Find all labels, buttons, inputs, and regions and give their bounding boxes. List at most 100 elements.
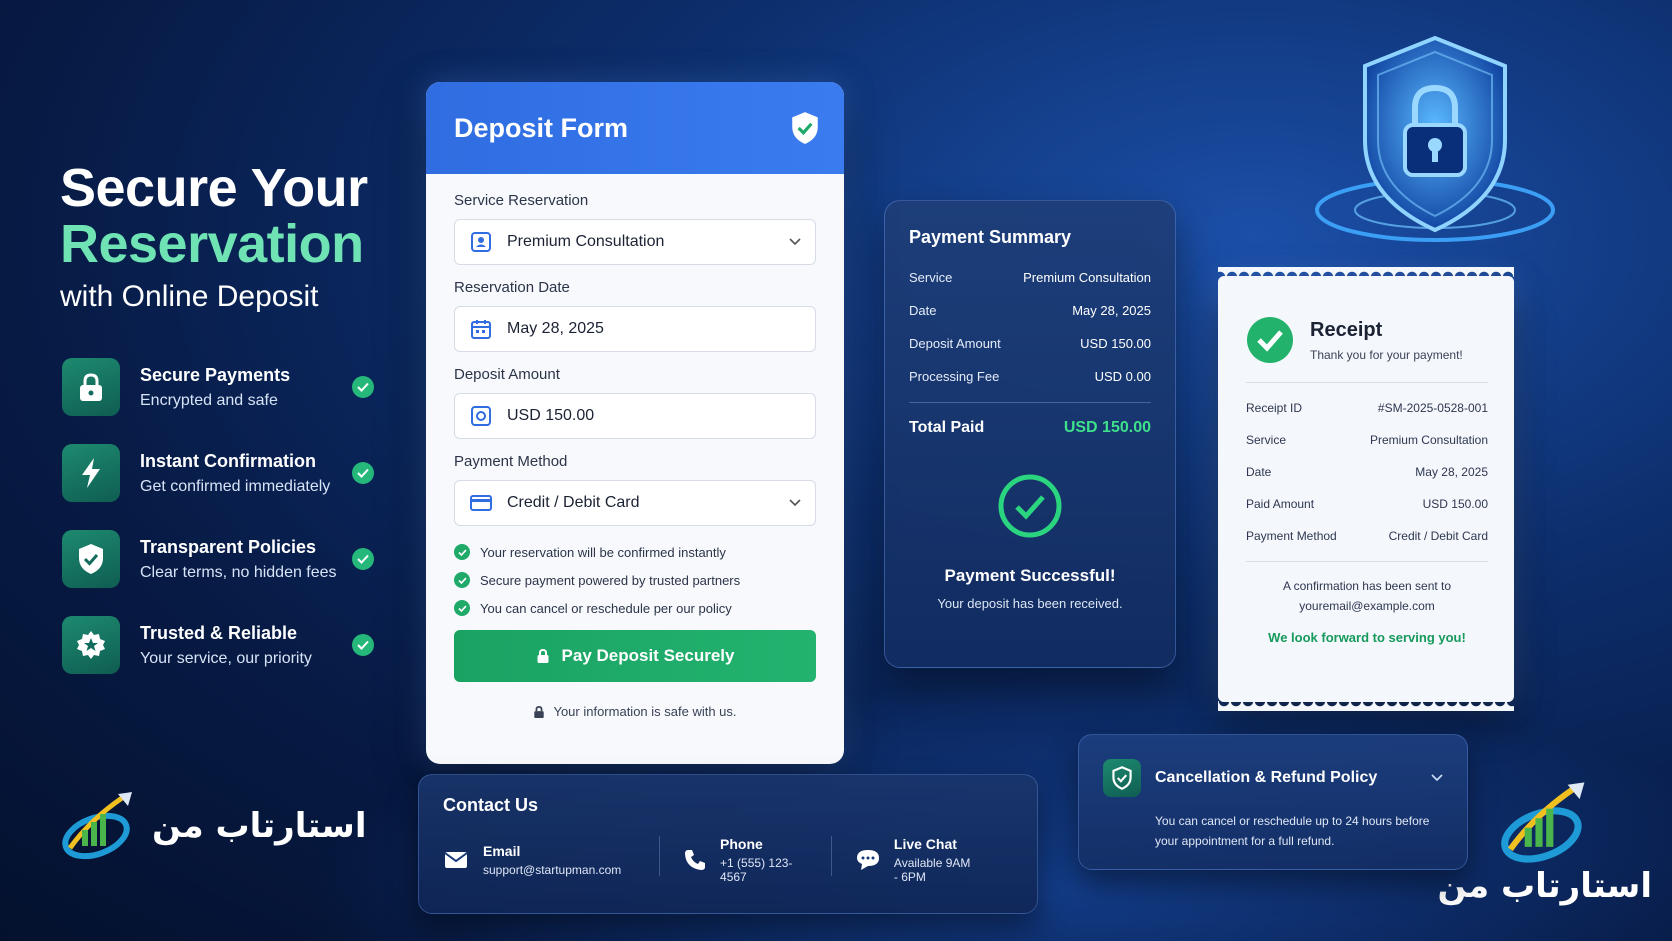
- receipt-title: Receipt: [1310, 318, 1383, 341]
- policy-text: You can cancel or reschedule up to 24 ho…: [1155, 811, 1443, 851]
- contact-email[interactable]: Email support@startupman.com: [443, 836, 621, 884]
- chevron-down-icon[interactable]: [1431, 774, 1443, 782]
- receipt-label: Service: [1246, 433, 1287, 447]
- receipt-details: Receipt ID #SM-2025-0528-001 Service Premi…: [1246, 401, 1488, 543]
- feature-desc: Encrypted and safe: [140, 391, 278, 409]
- brand-name: استارتاب من: [152, 806, 367, 846]
- receipt-row: Date May 28, 2025: [1246, 465, 1488, 479]
- check-icon: [352, 548, 374, 570]
- chat-icon: [856, 847, 880, 873]
- assurance-text: Secure payment powered by trusted partne…: [480, 572, 741, 588]
- feature-transparent-policies: Transparent Policies Clear terms, no hid…: [62, 528, 374, 590]
- summary-value: USD 150.00: [1080, 336, 1151, 351]
- payment-method-select[interactable]: Credit / Debit Card: [454, 480, 816, 526]
- date-input[interactable]: May 28, 2025: [454, 306, 816, 352]
- hero: Secure Your Reservation with Online Depo…: [60, 160, 390, 314]
- feature-trusted-reliable: Trusted & Reliable Your service, our pri…: [62, 614, 374, 676]
- summary-label: Service: [909, 270, 953, 285]
- refund-policy-panel[interactable]: Cancellation & Refund Policy You can can…: [1078, 734, 1468, 870]
- receipt-row: Service Premium Consultation: [1246, 433, 1488, 447]
- star-badge-icon: [62, 616, 120, 674]
- service-value: Premium Consultation: [507, 233, 665, 250]
- method-value: Credit / Debit Card: [507, 494, 640, 511]
- feature-title: Instant Confirmation: [140, 450, 316, 471]
- chevron-down-icon: [789, 494, 801, 512]
- receipt-label: Payment Method: [1246, 529, 1337, 543]
- receipt-label: Receipt ID: [1246, 401, 1303, 415]
- summary-label: Processing Fee: [909, 369, 1000, 384]
- credit-card-icon: [469, 491, 493, 515]
- service-select[interactable]: Premium Consultation: [454, 219, 816, 265]
- receipt-thanks: We look forward to serving you!: [1268, 630, 1466, 645]
- summary-value: USD 0.00: [1094, 369, 1151, 384]
- receipt-email: youremail@example.com: [1299, 599, 1435, 613]
- contact-title: Contact Us: [443, 795, 539, 815]
- payment-summary: Payment Summary Service Premium Consultat…: [884, 200, 1176, 668]
- summary-row: Processing Fee USD 0.00: [909, 369, 1151, 384]
- safe-note-text: Your information is safe with us.: [553, 704, 737, 719]
- contact-label: Live Chat: [893, 836, 957, 852]
- feature-desc: Your service, our priority: [140, 649, 312, 667]
- receipt-subtitle: Thank you for your payment!: [1310, 347, 1463, 362]
- total-label: Total Paid: [909, 419, 985, 436]
- safe-note: Your information is safe with us.: [454, 704, 816, 719]
- feature-secure-payments: Secure Payments Encrypted and safe: [62, 356, 374, 418]
- summary-value: Premium Consultation: [1023, 270, 1151, 285]
- calendar-icon: [469, 317, 493, 341]
- success-check-icon: [998, 474, 1062, 538]
- assurance-list: Your reservation will be confirmed insta…: [454, 544, 816, 616]
- assurance-item: Secure payment powered by trusted partne…: [454, 572, 816, 588]
- contact-label: Email: [483, 843, 521, 859]
- success-title: Payment Successful!: [944, 566, 1116, 585]
- check-icon: [352, 376, 374, 398]
- user-badge-icon: [469, 230, 493, 254]
- policy-text-line2: your appointment for a full refund.: [1155, 834, 1335, 848]
- amount-label: Deposit Amount: [454, 366, 560, 383]
- brand-name: استارتاب من: [1437, 866, 1653, 906]
- hero-title-line2: Reservation: [60, 214, 364, 274]
- shield-check-icon: [62, 530, 120, 588]
- check-icon: [454, 572, 470, 588]
- feature-title: Transparent Policies: [140, 536, 317, 557]
- receipt-note: A confirmation has been sent to youremai…: [1246, 576, 1488, 616]
- amount-input[interactable]: USD 150.00: [454, 393, 816, 439]
- pay-deposit-button[interactable]: Pay Deposit Securely: [454, 630, 816, 682]
- lightning-icon: [62, 444, 120, 502]
- policy-title: Cancellation & Refund Policy: [1155, 769, 1378, 786]
- divider: [831, 836, 832, 876]
- feature-desc: Get confirmed immediately: [140, 477, 331, 495]
- feature-title: Trusted & Reliable: [140, 622, 298, 643]
- contact-value: Available 9AM - 6PM: [893, 856, 971, 884]
- check-icon: [352, 634, 374, 656]
- contact-live-chat[interactable]: Live Chat Available 9AM - 6PM: [856, 836, 975, 884]
- amount-value: USD 150.00: [507, 407, 595, 424]
- deposit-form: Deposit Form Service Reservation Premium…: [426, 82, 844, 764]
- assurance-text: Your reservation will be confirmed insta…: [480, 544, 726, 560]
- feature-desc: Clear terms, no hidden fees: [140, 563, 337, 581]
- receipt-value: Premium Consultation: [1369, 433, 1488, 447]
- summary-value: May 28, 2025: [1072, 303, 1151, 318]
- check-icon: [454, 600, 470, 616]
- receipt-value: May 28, 2025: [1415, 465, 1488, 479]
- rocket-logo-icon: [1500, 782, 1585, 863]
- receipt-value: Credit / Debit Card: [1388, 529, 1488, 543]
- summary-title: Payment Summary: [909, 227, 1072, 247]
- receipt-row: Receipt ID #SM-2025-0528-001: [1246, 401, 1488, 415]
- divider: [659, 836, 661, 876]
- lock-icon: [533, 705, 545, 719]
- service-label: Service Reservation: [454, 192, 589, 209]
- summary-row: Deposit Amount USD 150.00: [909, 336, 1151, 351]
- receipt-row: Paid Amount USD 150.00: [1246, 497, 1488, 511]
- receipt-value: USD 150.00: [1422, 497, 1488, 511]
- summary-row: Date May 28, 2025: [909, 303, 1151, 318]
- contact-panel: Contact Us Email support@startupman.com P…: [418, 774, 1038, 914]
- hero-title: Secure Your Reservation: [60, 160, 390, 272]
- date-value: May 28, 2025: [507, 320, 604, 337]
- contact-phone[interactable]: Phone +1 (555) 123-4567: [684, 836, 793, 884]
- shield-check-icon: [792, 112, 818, 144]
- success-check-icon: [1247, 317, 1293, 363]
- method-label: Payment Method: [454, 453, 568, 470]
- shield-check-icon: [1103, 759, 1141, 797]
- rocket-logo-icon: [62, 792, 132, 860]
- feature-list: Secure Payments Encrypted and safe Insta…: [62, 356, 374, 700]
